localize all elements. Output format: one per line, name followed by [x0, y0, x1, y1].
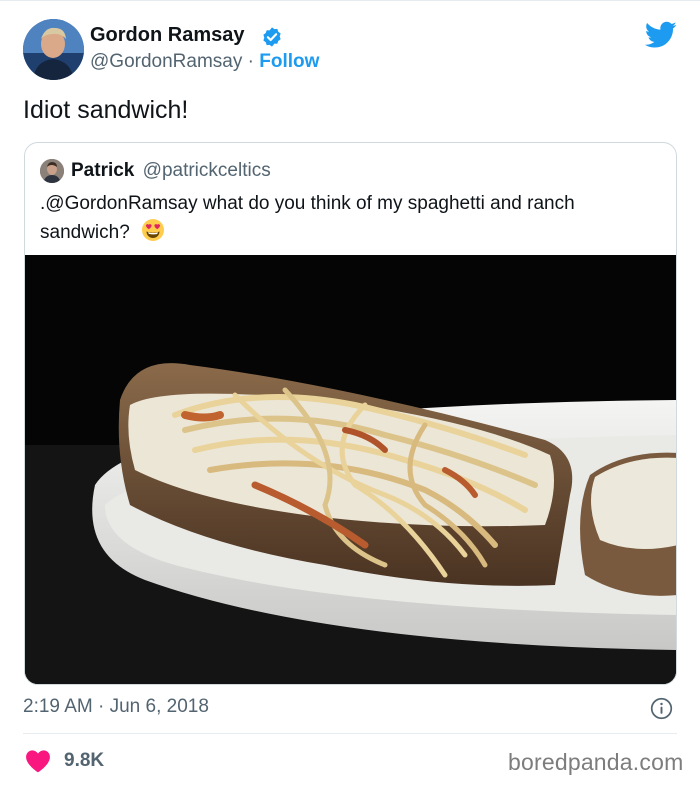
- quoted-tweet-text-block: .@GordonRamsay what do you think of my s…: [40, 190, 665, 247]
- follow-button[interactable]: Follow: [259, 51, 319, 72]
- heart-eyes-emoji-icon: [142, 219, 165, 241]
- heart-icon[interactable]: [25, 749, 51, 773]
- tweet-card: Gordon Ramsay @GordonRamsay · Follow Idi…: [0, 0, 700, 786]
- author-handle[interactable]: @GordonRamsay: [90, 51, 242, 72]
- tweet-text: Idiot sandwich!: [23, 96, 189, 124]
- quoted-author-name: Patrick: [71, 160, 135, 181]
- verified-badge-icon: [263, 27, 281, 47]
- quoted-author-handle: @patrickceltics: [142, 160, 271, 181]
- info-icon[interactable]: [650, 697, 673, 720]
- quoted-author-avatar: [40, 159, 64, 183]
- footer-divider: [23, 733, 677, 734]
- quoted-author-line: Patrick @patrickceltics: [71, 160, 271, 182]
- quoted-tweet-text: .@GordonRamsay what do you think of my s…: [40, 193, 575, 243]
- twitter-bird-icon[interactable]: [645, 21, 677, 49]
- author-name[interactable]: Gordon Ramsay: [90, 24, 244, 47]
- sandwich-photo[interactable]: [25, 255, 676, 684]
- handle-separator: ·: [242, 51, 260, 72]
- author-avatar[interactable]: [23, 19, 84, 80]
- author-handle-line: @GordonRamsay · Follow: [90, 51, 319, 73]
- tweet-timestamp[interactable]: 2:19 AM · Jun 6, 2018: [23, 696, 209, 718]
- quoted-tweet[interactable]: Patrick @patrickceltics .@GordonRamsay w…: [24, 142, 677, 685]
- watermark: boredpanda.com: [508, 749, 684, 775]
- like-count[interactable]: 9.8K: [64, 750, 104, 772]
